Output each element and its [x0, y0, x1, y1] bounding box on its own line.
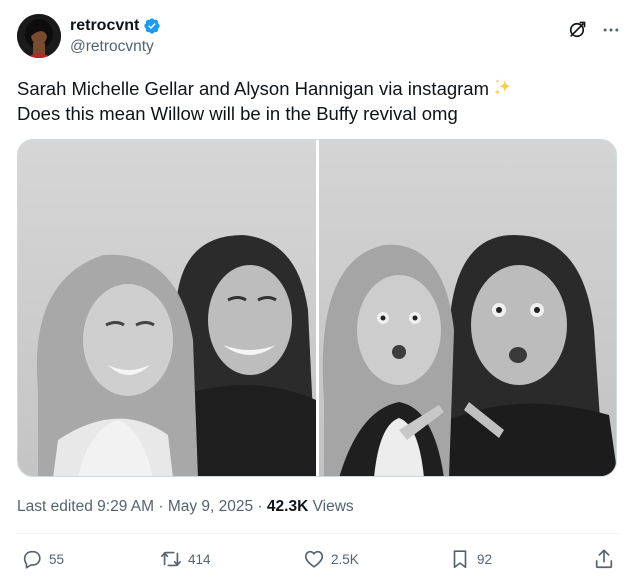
bookmark-button[interactable]: 92: [449, 548, 492, 570]
tweet-text-line: Sarah Michelle Gellar and Alyson Hanniga…: [17, 76, 617, 101]
grok-icon[interactable]: [567, 20, 587, 40]
reply-icon: [21, 548, 43, 570]
divider: [17, 533, 621, 534]
views-count: 42.3K: [266, 498, 309, 515]
tweet-text-line-2: Does this mean Willow will be in the Buf…: [17, 103, 458, 124]
photo-left[interactable]: [18, 140, 316, 476]
handle[interactable]: @retrocvnty: [70, 37, 161, 57]
tweet-meta: Last edited 9:29 AM · May 9, 2025 · 42.3…: [17, 497, 354, 517]
tweet-header: retrocvnt @retrocvnty: [17, 14, 621, 64]
tweet-text-line-1: Sarah Michelle Gellar and Alyson Hanniga…: [17, 78, 490, 99]
like-count: 2.5K: [331, 551, 359, 567]
heart-icon: [303, 548, 325, 570]
display-name[interactable]: retrocvnt: [70, 16, 139, 36]
meta-separator: ·: [257, 498, 263, 515]
action-bar: 55 414 2.5K 92: [17, 548, 621, 576]
media-gallery: [17, 139, 617, 477]
header-actions: [567, 20, 621, 40]
tweet-text: Sarah Michelle Gellar and Alyson Hanniga…: [17, 76, 617, 126]
repost-icon: [160, 548, 182, 570]
views-label: Views: [312, 498, 354, 515]
sparkles-icon: [492, 77, 514, 99]
like-button[interactable]: 2.5K: [303, 548, 359, 570]
more-icon[interactable]: [601, 20, 621, 40]
reply-button[interactable]: 55: [21, 548, 64, 570]
avatar[interactable]: [17, 14, 61, 58]
meta-separator: ·: [158, 498, 164, 515]
share-button[interactable]: [593, 548, 615, 570]
reply-count: 55: [49, 551, 65, 567]
edited-timestamp[interactable]: Last edited 9:29 AM: [17, 498, 154, 515]
share-icon: [593, 548, 615, 570]
photo-right[interactable]: [319, 140, 616, 476]
bookmark-count: 92: [477, 551, 493, 567]
post-date[interactable]: May 9, 2025: [168, 498, 253, 515]
repost-button[interactable]: 414: [160, 548, 211, 570]
verified-badge-icon: [143, 17, 161, 35]
tweet-text-line: Does this mean Willow will be in the Buf…: [17, 101, 617, 126]
bookmark-icon: [449, 548, 471, 570]
repost-count: 414: [188, 551, 211, 567]
author-names: retrocvnt @retrocvnty: [70, 16, 161, 57]
